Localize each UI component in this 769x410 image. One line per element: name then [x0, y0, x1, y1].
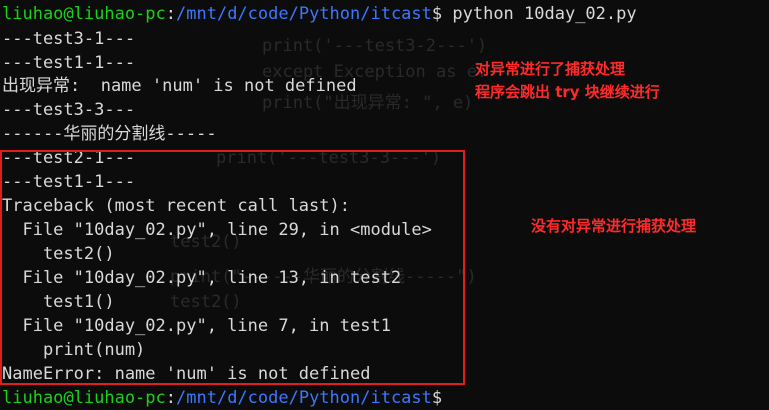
output-line: 出现异常: name 'num' is not defined: [2, 76, 357, 96]
ghost-code-line: print('---test3-2---'): [262, 36, 488, 56]
prompt-separator: :: [165, 4, 177, 24]
output-line: ---test3-3---: [2, 100, 136, 120]
output-line: ---test3-1---: [2, 29, 136, 49]
command-text: python 10day_02.py: [442, 4, 637, 24]
annotation-caught-line2: 程序会跳出 try 块继续进行: [475, 83, 660, 101]
prompt-path: /mnt/d/code/Python/itcast: [176, 4, 432, 24]
prompt-separator: :: [165, 388, 177, 408]
uncaught-highlight-box: [0, 150, 465, 385]
prompt-line: liuhao@liuhao-pc:/mnt/d/code/Python/itca…: [2, 386, 442, 410]
prompt-path: /mnt/d/code/Python/itcast: [176, 388, 432, 408]
prompt-dollar: $: [431, 4, 443, 24]
prompt-user-host: liuhao@liuhao-pc: [2, 388, 166, 408]
prompt-dollar: $: [431, 388, 443, 408]
output-line: ------华丽的分割线-----: [2, 124, 217, 144]
prompt-user-host: liuhao@liuhao-pc: [2, 4, 166, 24]
prompt-line: liuhao@liuhao-pc:/mnt/d/code/Python/itca…: [2, 2, 637, 26]
annotation-caught-line1: 对异常进行了捕获处理: [475, 60, 626, 78]
output-line: ---test1-1---: [2, 53, 136, 73]
terminal-window[interactable]: print('---test3-2---') except Exception …: [0, 0, 769, 408]
annotation-uncaught: 没有对异常进行捕获处理: [531, 217, 697, 235]
